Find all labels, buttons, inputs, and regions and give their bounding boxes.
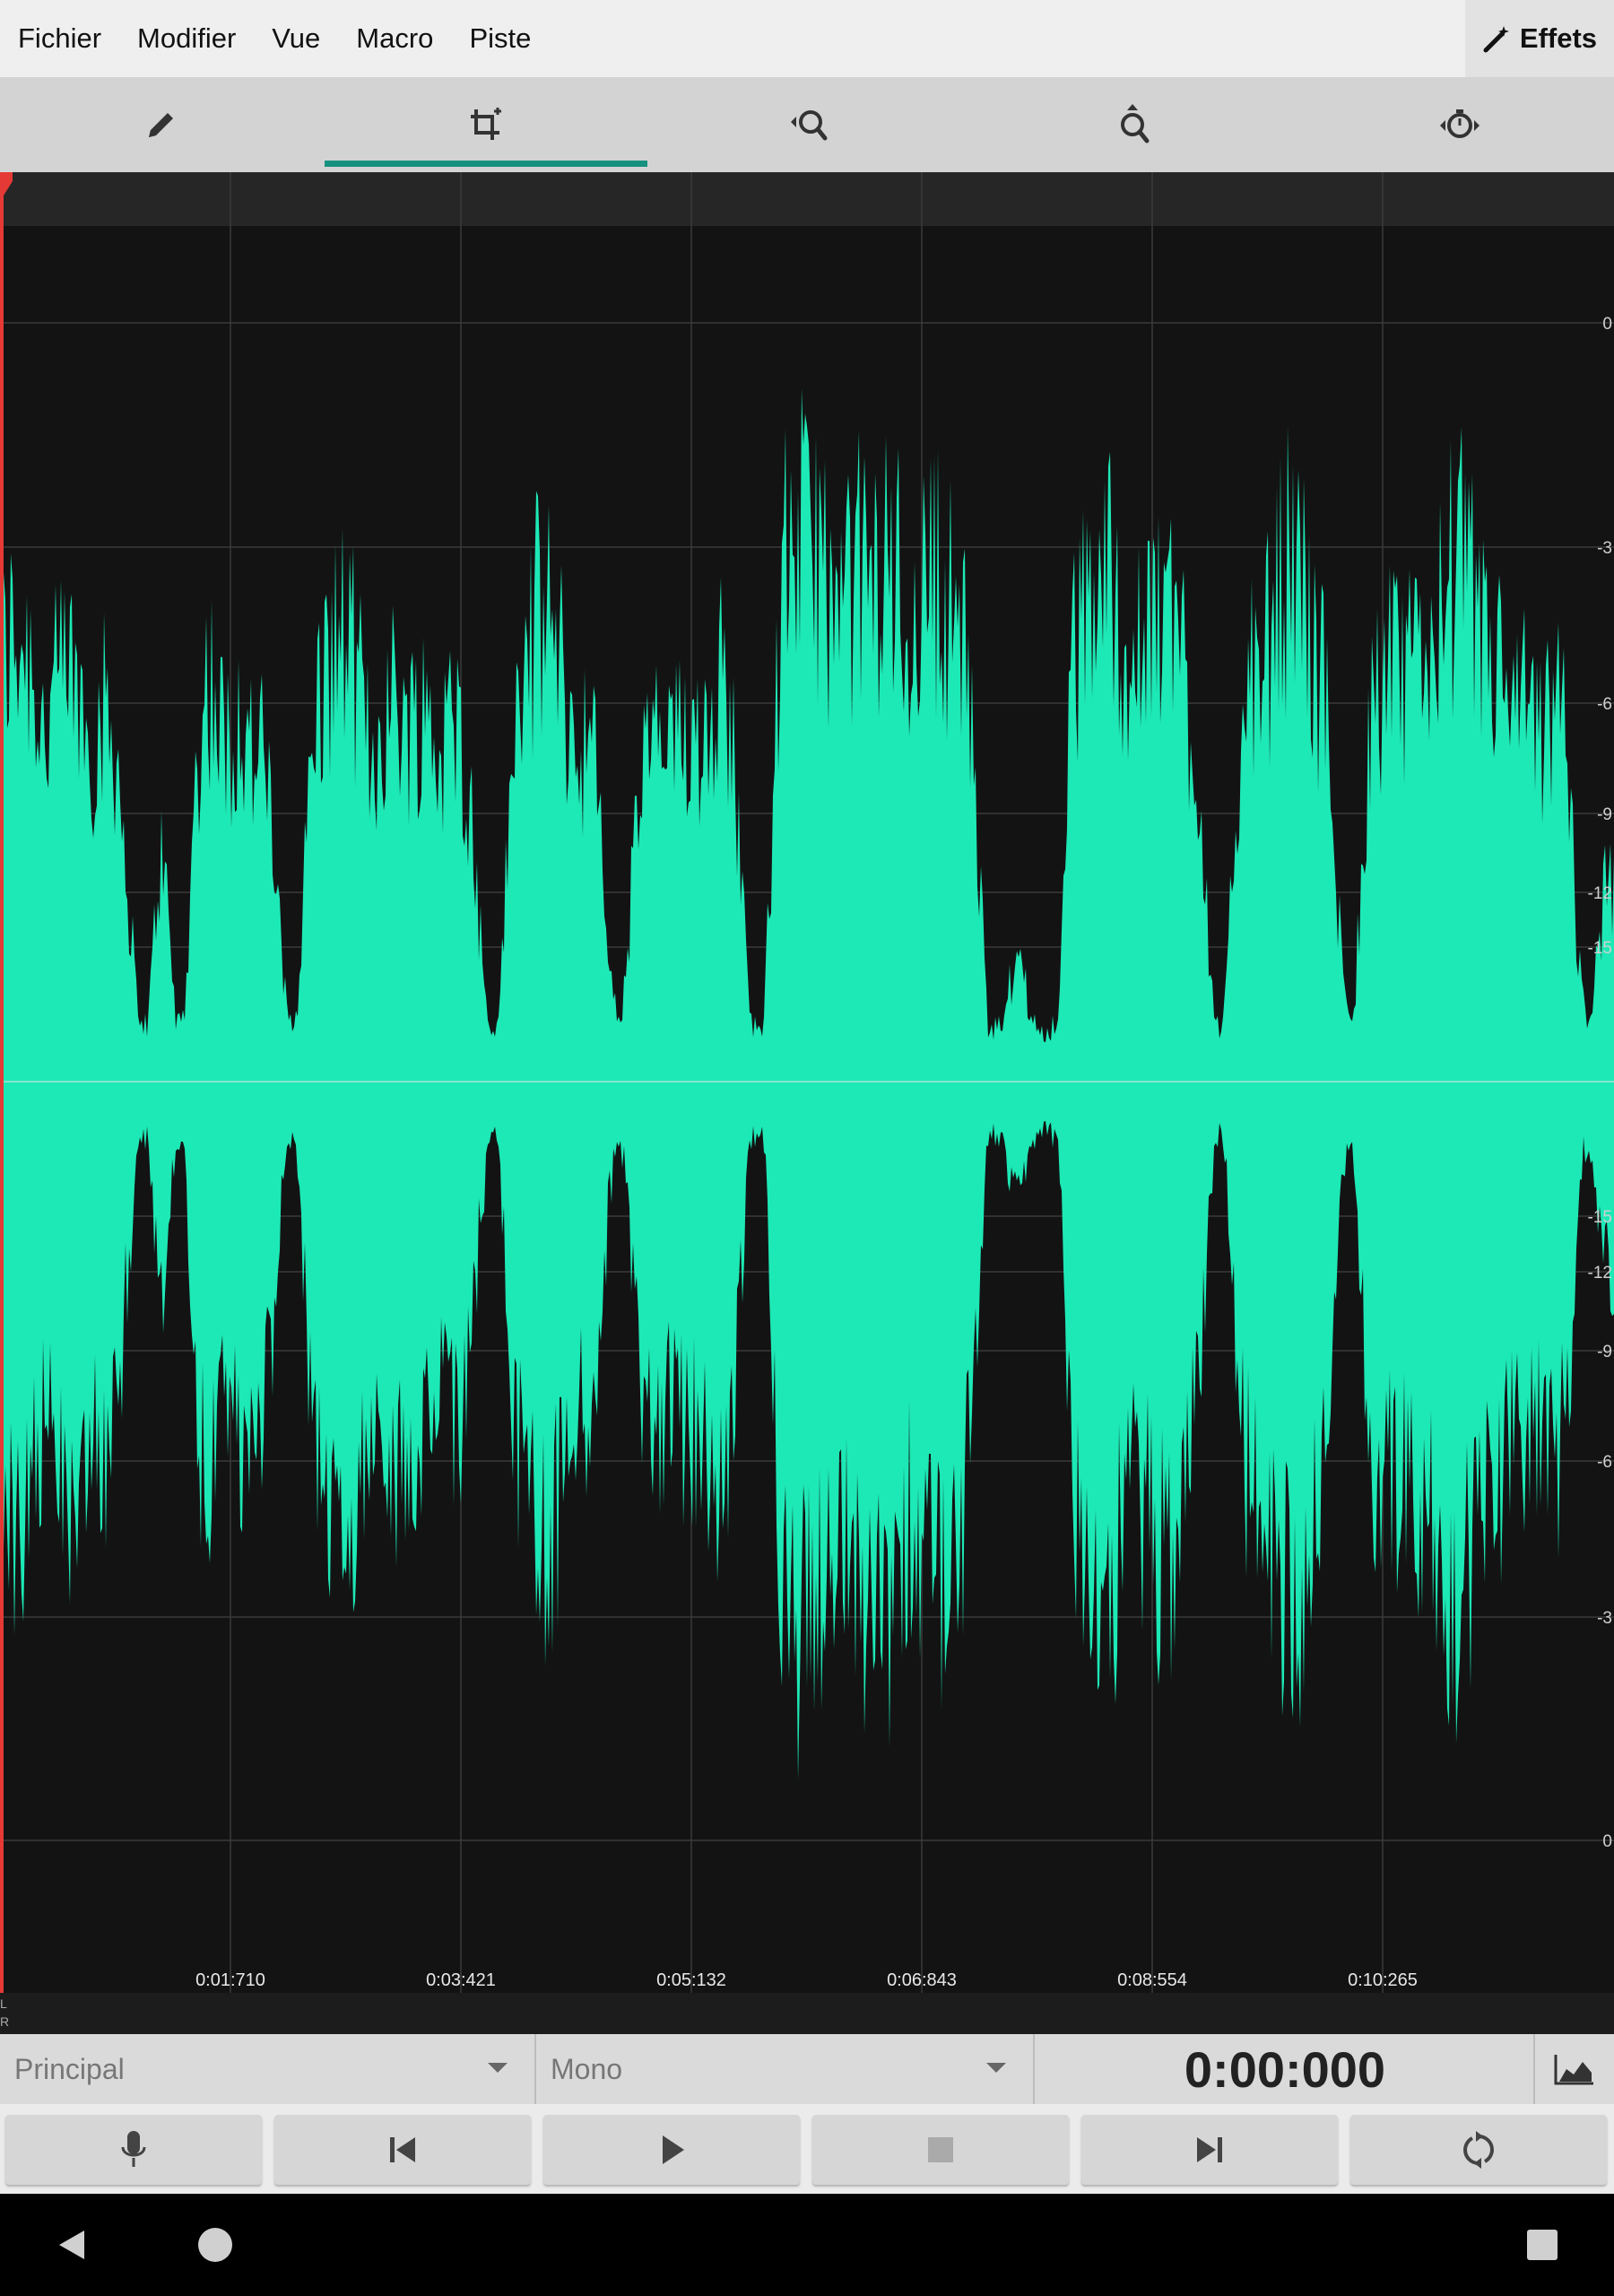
nav-recents-button[interactable] bbox=[1506, 2194, 1578, 2296]
menu-piste[interactable]: Piste bbox=[469, 22, 531, 55]
play-icon bbox=[663, 2135, 684, 2164]
time-display: 0:00:000 bbox=[1184, 2040, 1386, 2098]
db-scale-label: -12 bbox=[1588, 1264, 1612, 1283]
area-chart-icon bbox=[1554, 2055, 1593, 2085]
track-select-value: Principal bbox=[14, 2052, 125, 2085]
effects-label: Effets bbox=[1519, 22, 1598, 54]
playhead-cursor[interactable] bbox=[0, 172, 4, 1993]
db-scale-label: -9 bbox=[1597, 805, 1612, 824]
pencil-icon bbox=[149, 113, 173, 137]
time-tick-label: 0:03:421 bbox=[426, 1970, 496, 1990]
system-nav-bar bbox=[0, 2194, 1614, 2296]
menu-vue[interactable]: Vue bbox=[272, 22, 320, 55]
tool-horizontal-zoom[interactable] bbox=[649, 77, 972, 172]
effects-button[interactable]: Effets bbox=[1465, 0, 1614, 77]
db-scale-label: -15 bbox=[1588, 1208, 1612, 1227]
track-select[interactable]: Principal bbox=[0, 2034, 534, 2104]
tool-draw[interactable] bbox=[0, 77, 323, 172]
tool-time-zoom[interactable] bbox=[1298, 77, 1614, 172]
time-tick-label: 0:01:710 bbox=[195, 1970, 265, 1990]
vertical-zoom-icon bbox=[1121, 104, 1150, 144]
record-button[interactable] bbox=[5, 2115, 262, 2185]
selector-row: Principal Mono 0:00:000 bbox=[0, 2034, 1614, 2104]
play-button[interactable] bbox=[543, 2115, 800, 2185]
skip-back-icon bbox=[390, 2137, 415, 2162]
db-scale-label: -15 bbox=[1588, 939, 1612, 958]
time-tick-label: 0:06:843 bbox=[887, 1970, 957, 1990]
stop-button[interactable] bbox=[812, 2115, 1069, 2185]
db-scale-label: -6 bbox=[1597, 695, 1612, 714]
microphone-icon bbox=[121, 2131, 146, 2167]
db-scale-label: 0 bbox=[1602, 315, 1612, 334]
tool-vertical-zoom[interactable] bbox=[974, 77, 1297, 172]
time-tick-label: 0:10:265 bbox=[1348, 1970, 1418, 1990]
channel-left-label: L bbox=[0, 1996, 7, 2011]
skip-forward-icon bbox=[1197, 2137, 1222, 2162]
loop-button[interactable] bbox=[1350, 2115, 1607, 2185]
home-circle-icon bbox=[198, 2228, 232, 2262]
back-triangle-icon bbox=[59, 2231, 84, 2259]
crop-select-icon bbox=[471, 108, 501, 140]
magic-wand-icon bbox=[1483, 26, 1509, 53]
menu-fichier[interactable]: Fichier bbox=[18, 22, 101, 55]
timer-zoom-icon bbox=[1440, 109, 1480, 138]
db-scale-label: 0 bbox=[1602, 1832, 1612, 1851]
nav-home-button[interactable] bbox=[179, 2194, 251, 2296]
db-scale-label: -3 bbox=[1597, 539, 1612, 558]
time-tick-label: 0:08:554 bbox=[1117, 1970, 1187, 1990]
chevron-down-icon bbox=[488, 2063, 508, 2073]
db-scale-label: -9 bbox=[1597, 1343, 1612, 1361]
menu-bar: Fichier Modifier Vue Macro Piste bbox=[0, 0, 1614, 77]
tool-bar bbox=[0, 77, 1614, 172]
channel-select[interactable]: Mono bbox=[536, 2034, 1033, 2104]
time-tick-label: 0:05:132 bbox=[656, 1970, 726, 1990]
channel-right-label: R bbox=[0, 2014, 10, 2029]
playhead-handle[interactable] bbox=[0, 172, 13, 196]
nav-back-button[interactable] bbox=[36, 2194, 108, 2296]
channel-strip: L R bbox=[0, 1993, 1614, 2034]
recents-square-icon bbox=[1527, 2230, 1558, 2260]
skip-back-button[interactable] bbox=[274, 2115, 531, 2185]
loop-icon bbox=[1463, 2131, 1494, 2169]
transport-bar bbox=[0, 2104, 1614, 2194]
db-scale-label: -12 bbox=[1588, 884, 1612, 903]
skip-forward-button[interactable] bbox=[1081, 2115, 1338, 2185]
stop-icon bbox=[928, 2137, 953, 2162]
db-scale-label: -6 bbox=[1597, 1453, 1612, 1472]
menu-macro[interactable]: Macro bbox=[356, 22, 433, 55]
spectrum-button[interactable] bbox=[1535, 2034, 1614, 2104]
channel-select-value: Mono bbox=[551, 2052, 623, 2085]
menu-modifier[interactable]: Modifier bbox=[137, 22, 236, 55]
waveform-canvas[interactable]: 0:01:710 0:03:421 0:05:132 0:06:843 0:08:554… bbox=[0, 172, 1614, 1993]
chevron-down-icon bbox=[986, 2063, 1006, 2073]
db-scale-label: -3 bbox=[1597, 1609, 1612, 1628]
horizontal-zoom-icon bbox=[791, 110, 828, 141]
tool-select[interactable] bbox=[325, 77, 647, 172]
